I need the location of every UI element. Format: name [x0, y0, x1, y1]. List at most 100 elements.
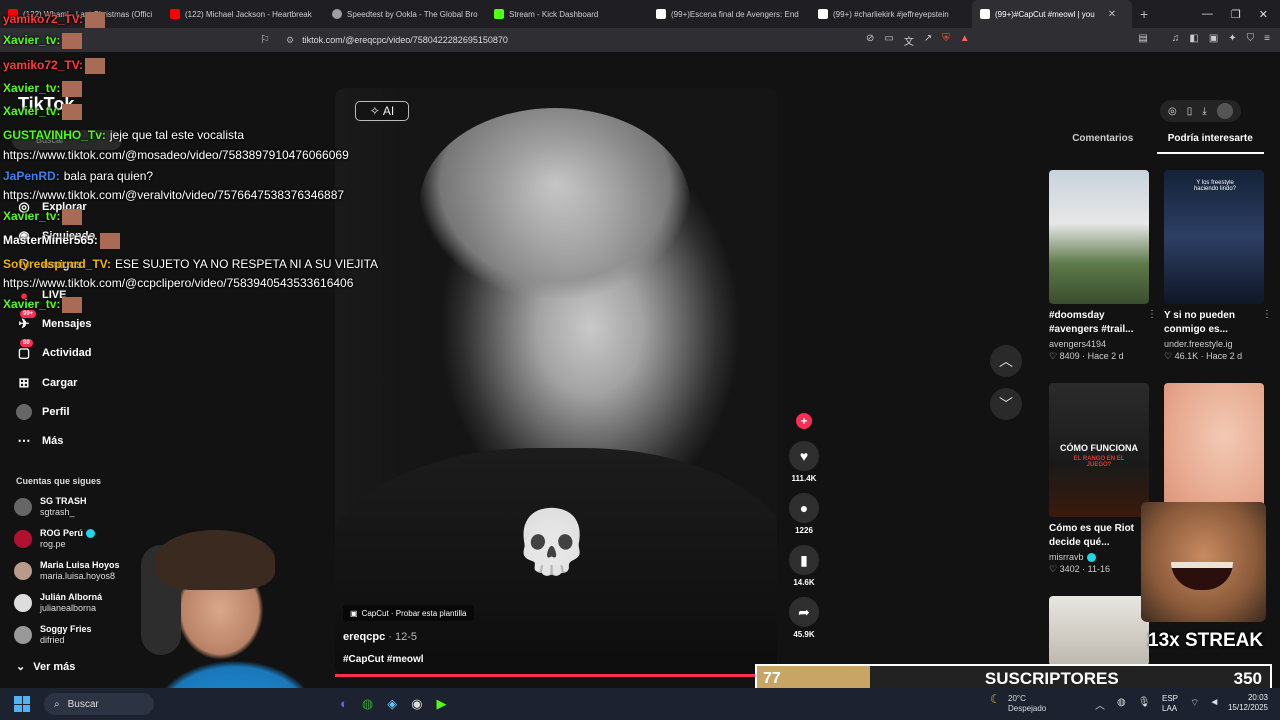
language-indicator[interactable]: ESP LAA	[1162, 694, 1178, 714]
sidebar-icon[interactable]: ▤	[1138, 33, 1147, 44]
share-button[interactable]: ➦ 45.9K	[788, 597, 820, 639]
recommended-card[interactable]	[1049, 596, 1149, 666]
panel-icon[interactable]: ◧	[1189, 33, 1198, 44]
coin-icon[interactable]: ◎	[1168, 106, 1177, 117]
windows-start-icon[interactable]	[14, 696, 30, 712]
chat-message: https://www.tiktok.com/@mosadeo/video/75…	[3, 148, 349, 162]
recommended-card[interactable]: Y los freestyle haciendo lindo? ⋮ Y si n…	[1164, 170, 1272, 362]
video-thumbnail	[1049, 170, 1149, 304]
recommended-card[interactable]: ⋮ #doomsday #avengers #trail... avengers…	[1049, 170, 1157, 362]
taskbar-clock[interactable]: 20:03 15/12/2025	[1228, 693, 1268, 713]
following-item[interactable]: ROG Perú rog.pe	[14, 528, 96, 550]
browser-tab-6[interactable]: (99+) #charliekirk #jeffreyepstein	[810, 0, 972, 28]
capcut-template-link[interactable]: ▣CapCut · Probar esta plantilla	[343, 605, 474, 621]
kebab-icon[interactable]: ⋮	[1147, 309, 1157, 320]
kebab-icon[interactable]: ⋮	[1262, 309, 1272, 320]
share-icon[interactable]: ↗	[924, 33, 932, 48]
avatar[interactable]	[1216, 103, 1233, 119]
nav-cargar[interactable]: ⊞ Cargar	[16, 375, 78, 391]
nav-perfil[interactable]: Perfil	[16, 404, 70, 420]
comment-button[interactable]: ● 1226	[788, 493, 820, 535]
following-item[interactable]: Julián Alborná julianealborna	[14, 592, 102, 614]
steam-icon[interactable]: ◈	[387, 696, 397, 712]
recommended-card[interactable]	[1164, 383, 1264, 517]
nav-mensajes[interactable]: ✈ 99+ Mensajes	[16, 310, 92, 332]
nav-actividad[interactable]: ▢ 80 Actividad	[16, 339, 92, 361]
xbox-icon[interactable]: ◍	[362, 696, 373, 712]
weather-icon[interactable]: ☾	[990, 692, 1001, 706]
obs-icon[interactable]: ◉	[411, 696, 422, 712]
video-caption[interactable]: #CapCut #meowl	[343, 654, 424, 665]
reaction-face-overlay	[1141, 502, 1266, 622]
previous-video-button[interactable]: ︿	[990, 345, 1022, 377]
video-progress-bar[interactable]	[335, 674, 755, 677]
chat-emote-icon	[62, 297, 83, 313]
minimize-icon[interactable]: —	[1202, 8, 1213, 21]
kick-icon	[494, 9, 504, 19]
sub-goal-target: 350	[1233, 669, 1262, 688]
chat-text: ESE SUJETO YA NO RESPETA NI A SU VIEJITA	[115, 257, 379, 271]
video-thumbnail	[1049, 596, 1149, 666]
next-video-button[interactable]: ﹀	[990, 388, 1022, 420]
kick-studio-icon[interactable]: ▶	[437, 696, 447, 712]
tiktok-icon	[818, 9, 828, 19]
leo-icon[interactable]: ✦	[1228, 33, 1236, 44]
mic-icon[interactable]: 🎙	[1138, 697, 1151, 712]
bookmark-icon[interactable]: ⚐	[260, 33, 270, 46]
new-tab-button[interactable]: +	[1132, 6, 1156, 22]
tab-podria-interesarte[interactable]: Podría interesarte	[1156, 133, 1264, 154]
following-item[interactable]: SG TRASH sgtrash_	[14, 496, 87, 518]
wifi-icon[interactable]: ⌔	[1190, 697, 1199, 710]
maximize-icon[interactable]: ❐	[1231, 8, 1241, 21]
video-thumbnail: CÓMO FUNCIONA EL RANGO EN EL JUEGO?	[1049, 383, 1149, 517]
skull-sticker: 💀	[513, 508, 591, 577]
save-button[interactable]: ▮ 14.6K	[788, 545, 820, 587]
recommended-card[interactable]: CÓMO FUNCIONA EL RANGO EN EL JUEGO? Cómo…	[1049, 383, 1149, 575]
site-info-icon[interactable]: ⚙	[286, 35, 294, 46]
chat-username: Sofyredsprnrd_TV:	[3, 257, 112, 271]
download-icon[interactable]: ⤓	[1202, 106, 1206, 117]
like-button[interactable]: ♥ 111.4K	[788, 441, 820, 483]
vpn-icon[interactable]: ⛉	[1247, 33, 1255, 44]
chevron-up-icon[interactable]: ︿	[1095, 697, 1105, 712]
following-item[interactable]: Soggy Fries difried	[14, 624, 92, 646]
browser-tab-5[interactable]: (99+)Escena final de Avengers: End	[648, 0, 810, 28]
browser-tab-3[interactable]: Speedtest by Ookla - The Global Bro	[324, 0, 486, 28]
media-icon[interactable]: ♫	[1172, 33, 1180, 44]
discord-icon[interactable]: ◐	[340, 696, 348, 712]
nav-mas[interactable]: ⋯ Más	[16, 433, 64, 449]
network-icon[interactable]: ◍	[1117, 697, 1126, 712]
taskbar-search[interactable]: ⌕ Buscar	[44, 693, 154, 715]
wallet-icon[interactable]: ▣	[1209, 33, 1218, 44]
chat-username: Xavier_tv:	[3, 104, 61, 119]
chat-message: Xavier_tv:	[3, 104, 83, 120]
following-item[interactable]: Maria Luisa Hoyos maria.luisa.hoyos8	[14, 560, 120, 582]
translate-icon[interactable]: 文	[904, 33, 914, 48]
close-window-icon[interactable]: ✕	[1259, 8, 1268, 21]
cast-icon[interactable]: ▭	[884, 33, 893, 48]
close-tab-icon[interactable]: ✕	[1108, 9, 1116, 20]
browser-tab-2[interactable]: (122) Michael Jackson - Heartbreak	[162, 0, 324, 28]
screen: (122) Whaml - Last Christmas (Offici (12…	[0, 0, 1280, 720]
volume-icon[interactable]: ◄	[1209, 697, 1219, 710]
chat-emote-icon	[99, 233, 120, 249]
heart-icon: ♥	[789, 441, 819, 471]
browser-tab-bar: (122) Whaml - Last Christmas (Offici (12…	[0, 0, 1280, 28]
chat-message: Xavier_tv:	[3, 209, 83, 225]
brave-shield-icon[interactable]: ⛨	[942, 33, 950, 48]
see-more-link[interactable]: ⌄ Ver más	[16, 660, 75, 673]
tracking-icon[interactable]: ⊘	[866, 33, 874, 48]
browser-tab-active[interactable]: (99+)#CapCut #meowl | you ✕	[972, 0, 1132, 28]
tray-icons: ︿ ◍ 🎙	[1095, 697, 1150, 712]
thumbnail-text: EL RANGO EN EL JUEGO?	[1073, 456, 1125, 468]
device-icon[interactable]: ▯	[1187, 106, 1193, 117]
follow-button[interactable]: +	[796, 413, 812, 429]
activity-icon: ▢ 80	[16, 339, 33, 361]
menu-icon[interactable]: ≡	[1264, 33, 1270, 44]
rewards-icon[interactable]: ▲	[960, 33, 970, 48]
browser-tab-4[interactable]: Stream - Kick Dashboard	[486, 0, 648, 28]
address-bar: ⚐ ⚙ tiktok.com/@ereqcpc/video/7580422282…	[0, 28, 1280, 52]
weather-widget[interactable]: 20°C Despejado	[1008, 694, 1046, 714]
video-player[interactable]: ✧ AI	[335, 88, 777, 676]
tab-comentarios[interactable]: Comentarios	[1049, 133, 1157, 154]
